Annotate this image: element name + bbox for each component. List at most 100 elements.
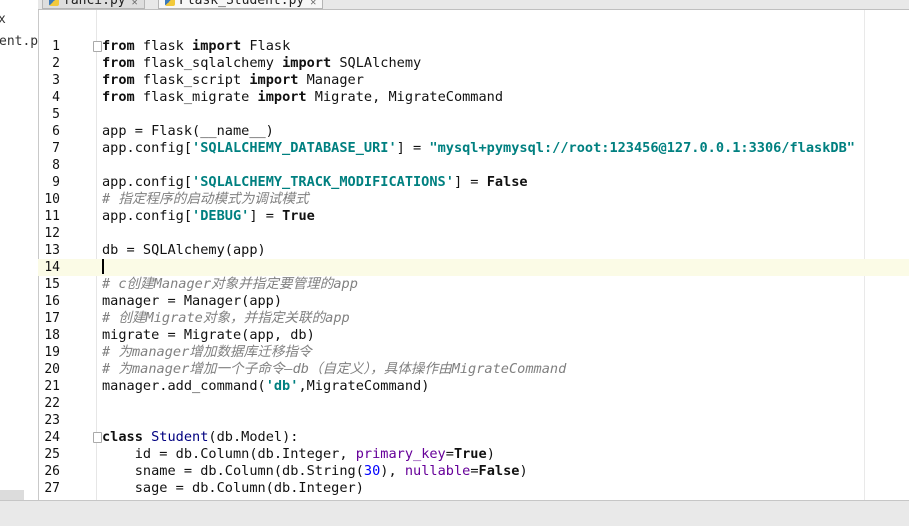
tab-label: Flask_Student.py <box>179 0 305 8</box>
code-line[interactable]: 10 # 指定程序的启动模式为调试模式 <box>38 191 909 208</box>
code-token: 'db' <box>265 378 299 394</box>
line-number: 5 <box>52 107 60 122</box>
tab-close-icon[interactable]: ✕ <box>310 0 316 8</box>
code-token: 30 <box>363 463 381 479</box>
tab-flask-student[interactable]: Flask_Student.py ✕ <box>158 0 324 9</box>
fold-marker-icon[interactable] <box>93 41 102 52</box>
code-token: ), <box>380 463 405 479</box>
tab-fanci[interactable]: fanci.py ✕ <box>42 0 145 9</box>
line-number: 4 <box>52 90 60 105</box>
code-text: manager = Manager(app) <box>102 293 282 310</box>
project-panel: x ent.p <box>0 0 39 500</box>
code-line[interactable]: 14 <box>38 259 909 276</box>
line-number: 23 <box>44 413 60 428</box>
code-token: 'SQLALCHEMY_DATABASE_URI' <box>192 140 397 156</box>
code-token: Migrate, MigrateCommand <box>306 89 504 105</box>
line-number: 7 <box>52 141 60 156</box>
project-tree-item[interactable]: x <box>0 12 6 27</box>
code-text: from flask_sqlalchemy import SQLAlchemy <box>102 55 421 72</box>
fold-marker-icon[interactable] <box>93 432 102 443</box>
code-line[interactable]: 4 from flask_migrate import Migrate, Migr… <box>38 89 909 106</box>
code-text: app.config['SQLALCHEMY_DATABASE_URI'] = … <box>102 140 855 157</box>
code-line[interactable]: 19 # 为manager增加数据库迁移指令 <box>38 344 909 361</box>
code-token: False <box>478 463 520 479</box>
code-token: # 指定程序的启动模式为调试模式 <box>102 191 309 207</box>
code-line[interactable]: 24 class Student(db.Model): <box>38 429 909 446</box>
line-number: 21 <box>44 379 60 394</box>
line-number: 12 <box>44 226 60 241</box>
code-token: primary_key <box>355 446 446 462</box>
code-line[interactable]: 23 <box>38 412 909 429</box>
code-text: from flask import Flask <box>102 38 290 55</box>
code-token: Flask <box>241 38 291 54</box>
code-line[interactable]: 7 app.config['SQLALCHEMY_DATABASE_URI'] =… <box>38 140 909 157</box>
code-token: flask_script <box>134 72 250 88</box>
code-line[interactable]: 1 from flask import Flask <box>38 38 909 55</box>
code-token: = <box>470 463 479 479</box>
code-line[interactable]: 16 manager = Manager(app) <box>38 293 909 310</box>
code-line[interactable]: 13 db = SQLAlchemy(app) <box>38 242 909 259</box>
code-line[interactable]: 11 app.config['DEBUG'] = True <box>38 208 909 225</box>
code-token: import <box>192 38 242 54</box>
line-number: 2 <box>52 56 60 71</box>
code-text: # 指定程序的启动模式为调试模式 <box>102 191 309 208</box>
code-text: app.config['SQLALCHEMY_TRACK_MODIFICATIO… <box>102 174 528 191</box>
line-number: 26 <box>44 464 60 479</box>
code-line[interactable]: 5 <box>38 106 909 123</box>
code-token: manager.add_command( <box>102 378 266 394</box>
code-line[interactable]: 21 manager.add_command('db',MigrateComman… <box>38 378 909 395</box>
code-line[interactable]: 6 app = Flask(__name__) <box>38 123 909 140</box>
code-token: flask_migrate <box>134 89 258 105</box>
code-text: # 创建Migrate对象，并指定关联的app <box>102 310 350 327</box>
code-line[interactable]: 8 <box>38 157 909 174</box>
code-line[interactable]: 25 id = db.Column(db.Integer, primary_ke… <box>38 446 909 463</box>
code-token: (db.Model): <box>208 429 299 445</box>
code-text: from flask_migrate import Migrate, Migra… <box>102 89 503 106</box>
code-line[interactable]: 26 sname = db.Column(db.String(30), null… <box>38 463 909 480</box>
code-token: flask <box>134 38 193 54</box>
code-token: nullable <box>404 463 471 479</box>
code-token: ) <box>486 446 495 462</box>
code-line[interactable]: 3 from flask_script import Manager <box>38 72 909 89</box>
line-number: 27 <box>44 481 60 496</box>
code-token: from <box>102 55 135 71</box>
code-line[interactable]: 9 app.config['SQLALCHEMY_TRACK_MODIFICATI… <box>38 174 909 191</box>
code-token: # 为manager增加一个子命令—db（自定义），具体操作由MigrateCo… <box>102 361 567 377</box>
line-number: 22 <box>44 396 60 411</box>
tab-close-icon[interactable]: ✕ <box>132 0 138 8</box>
code-token: from <box>102 38 135 54</box>
code-line[interactable]: 15 # c创建Manager对象并指定要管理的app <box>38 276 909 293</box>
code-line[interactable]: 27 sage = db.Column(db.Integer) <box>38 480 909 497</box>
code-text: db = SQLAlchemy(app) <box>102 242 266 259</box>
line-number: 8 <box>52 158 60 173</box>
code-token: True <box>282 208 315 224</box>
python-file-icon <box>49 0 59 6</box>
code-token: from <box>102 72 135 88</box>
code-line[interactable]: 17 # 创建Migrate对象，并指定关联的app <box>38 310 909 327</box>
line-number: 24 <box>44 430 60 445</box>
code-text: sname = db.Column(db.String(30), nullabl… <box>102 463 528 480</box>
code-line[interactable]: 20 # 为manager增加一个子命令—db（自定义），具体操作由Migrate… <box>38 361 909 378</box>
code-token: SQLAlchemy <box>331 55 422 71</box>
code-line[interactable]: 18 migrate = Migrate(app, db) <box>38 327 909 344</box>
code-token: app = Flask(__name__) <box>102 123 274 139</box>
line-number: 15 <box>44 277 60 292</box>
code-token: import <box>249 72 299 88</box>
code-token: ] = <box>249 208 283 224</box>
project-tree-item[interactable]: ent.p <box>0 34 38 49</box>
code-line[interactable]: 12 <box>38 225 909 242</box>
code-line[interactable]: 22 <box>38 395 909 412</box>
status-bar <box>0 500 909 526</box>
line-number: 18 <box>44 328 60 343</box>
line-number: 9 <box>52 175 60 190</box>
code-token: ] = <box>453 174 487 190</box>
line-number: 20 <box>44 362 60 377</box>
line-number: 14 <box>44 260 60 275</box>
code-line[interactable]: 2 from flask_sqlalchemy import SQLAlchemy <box>38 55 909 72</box>
code-text: class Student(db.Model): <box>102 429 298 446</box>
code-editor[interactable]: 1 from flask import Flask 2 from flask_sqla… <box>38 38 909 500</box>
code-token: ,MigrateCommand) <box>298 378 430 394</box>
line-number: 6 <box>52 124 60 139</box>
line-number: 3 <box>52 73 60 88</box>
